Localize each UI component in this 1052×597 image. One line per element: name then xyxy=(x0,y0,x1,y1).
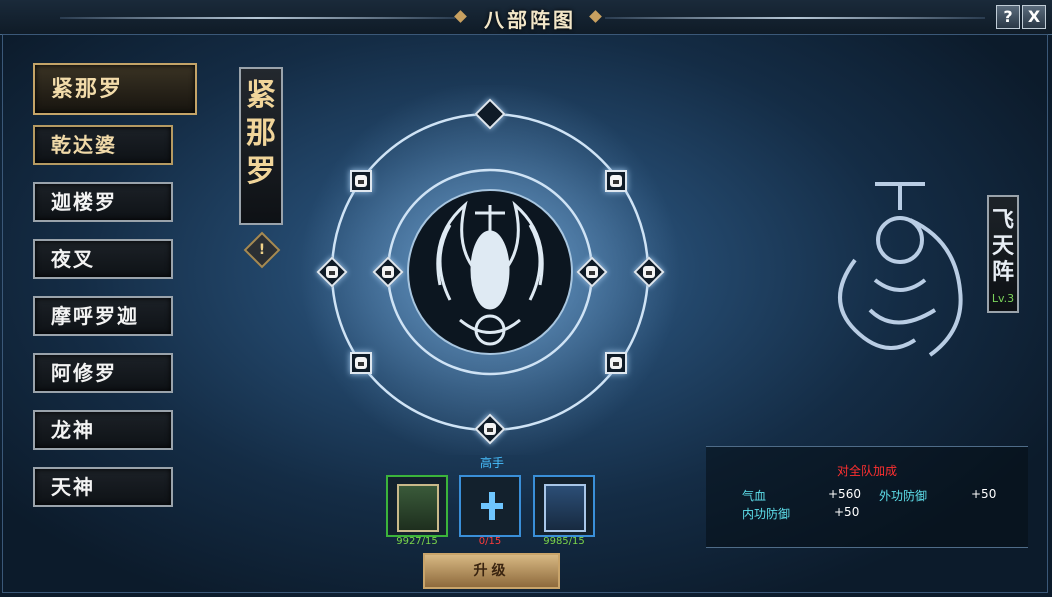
stat-outer-defense-value: +50 xyxy=(971,487,997,501)
tab-kinnara[interactable]: 紧那罗 xyxy=(33,63,197,115)
help-button[interactable]: ? xyxy=(996,5,1020,29)
formation-name-plaque: 飞 天 阵 Lv.3 xyxy=(987,195,1019,313)
warning-icon[interactable]: ! xyxy=(243,231,281,269)
lock-icon xyxy=(326,266,338,278)
item-count-1: 9927/15 xyxy=(396,536,438,547)
lock-icon xyxy=(586,266,598,278)
upgrade-button[interactable]: 升级 xyxy=(423,553,560,589)
lock-icon xyxy=(610,357,622,369)
close-button[interactable]: X xyxy=(1022,5,1046,29)
tab-deva[interactable]: 天神 xyxy=(33,467,173,507)
stat-hp-value: +560 xyxy=(828,487,861,501)
selected-name: 紧 那 罗 xyxy=(241,77,281,191)
formation-level: Lv.3 xyxy=(991,292,1015,305)
stat-inner-defense-value: +50 xyxy=(834,505,860,519)
plus-icon xyxy=(481,492,503,520)
formation-name-char-2: 天 xyxy=(991,233,1014,259)
selected-name-plaque: 紧 那 罗 xyxy=(239,67,283,225)
formation-diagram xyxy=(280,82,700,462)
blue-skill-book-icon xyxy=(544,484,586,532)
title-diamond-right xyxy=(589,10,602,23)
lock-icon xyxy=(643,266,655,278)
warning-icon-glyph: ! xyxy=(258,242,266,258)
flying-formation-emblem-icon xyxy=(815,170,975,370)
node-upper-left[interactable] xyxy=(350,170,372,192)
window-title: 八部阵图 xyxy=(484,8,576,32)
tab-gandharva[interactable]: 乾达婆 xyxy=(33,125,173,165)
title-diamond-left xyxy=(454,10,467,23)
lock-icon xyxy=(610,175,622,187)
tab-mahoraga[interactable]: 摩呼罗迦 xyxy=(33,296,173,336)
title-ornament-left xyxy=(60,17,455,19)
tab-garuda[interactable]: 迦楼罗 xyxy=(33,182,173,222)
node-lower-right[interactable] xyxy=(605,352,627,374)
node-upper-right[interactable] xyxy=(605,170,627,192)
team-bonus-panel: 对全队加成 气血 +560 外功防御 +50 内功防御 +50 xyxy=(706,446,1028,548)
item-slot-2[interactable] xyxy=(459,475,521,537)
title-ornament-right xyxy=(605,17,985,19)
stat-inner-defense-label: 内功防御 xyxy=(742,507,791,521)
selected-name-char-1: 紧 xyxy=(246,78,276,113)
lock-icon xyxy=(355,357,367,369)
item-count-2: 0/15 xyxy=(478,536,502,547)
item-count-3: 9985/15 xyxy=(543,536,585,547)
tab-naga[interactable]: 龙神 xyxy=(33,410,173,450)
formation-name: 飞 天 阵 xyxy=(989,207,1017,285)
item-slot-3[interactable] xyxy=(533,475,595,537)
selected-name-char-3: 罗 xyxy=(246,154,276,189)
tab-yaksha[interactable]: 夜叉 xyxy=(33,239,173,279)
team-bonus-title: 对全队加成 xyxy=(836,464,897,478)
node-lower-left[interactable] xyxy=(350,352,372,374)
lock-icon xyxy=(484,423,496,435)
formation-window: 八部阵图 ? X 紧那罗 乾达婆 迦楼罗 夜叉 摩呼罗迦 阿修罗 龙神 天神 紧… xyxy=(0,0,1052,597)
item-slot-1[interactable] xyxy=(386,475,448,537)
tab-asura[interactable]: 阿修罗 xyxy=(33,353,173,393)
selected-name-char-2: 那 xyxy=(246,116,276,151)
title-bar: 八部阵图 ? X xyxy=(0,0,1052,35)
green-skill-book-icon xyxy=(397,484,439,532)
lock-icon xyxy=(382,266,394,278)
rank-label: 高手 xyxy=(479,456,504,470)
formation-name-char-3: 阵 xyxy=(991,259,1014,285)
stat-outer-defense-label: 外功防御 xyxy=(879,489,928,503)
lock-icon xyxy=(355,175,367,187)
stat-hp-label: 气血 xyxy=(742,489,767,503)
formation-name-char-1: 飞 xyxy=(991,207,1014,233)
